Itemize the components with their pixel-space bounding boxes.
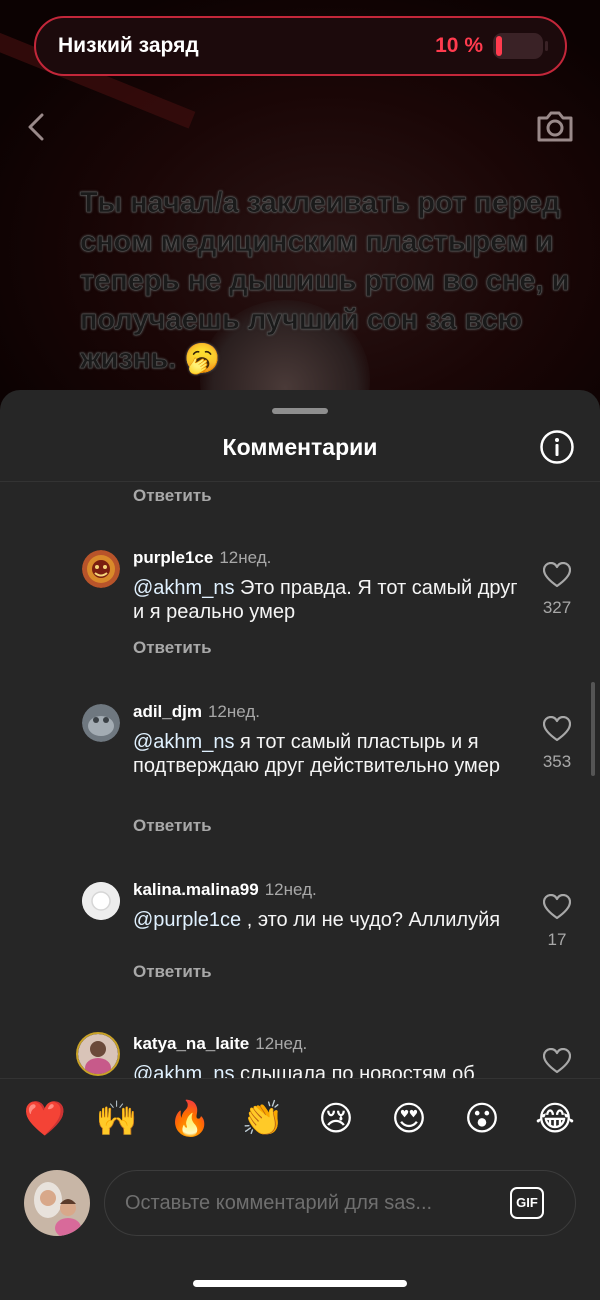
comment-header: kalina.malina99 12нед. — [133, 880, 317, 900]
battery-percent: 10 % — [435, 34, 483, 57]
emoji-heart[interactable]: ❤️ — [23, 1097, 67, 1141]
battery-label: Низкий заряд — [58, 34, 199, 57]
camera-icon[interactable] — [535, 108, 575, 144]
comment-header: katya_na_laite 12нед. — [133, 1034, 307, 1054]
comment-mention[interactable]: @akhm_ns — [133, 1063, 234, 1078]
current-user-avatar[interactable] — [24, 1170, 90, 1236]
comment-username[interactable]: katya_na_laite — [133, 1034, 249, 1053]
comment-mention[interactable]: @purple1ce — [133, 909, 241, 931]
reply-button[interactable]: Ответить — [133, 962, 212, 982]
emoji-crying[interactable]: 😢 — [314, 1097, 358, 1141]
emoji-raised-hands[interactable]: 🙌 — [95, 1097, 139, 1141]
home-indicator[interactable] — [193, 1280, 407, 1287]
story-caption: Ты начал/а заклеивать рот перед сном мед… — [80, 187, 570, 376]
back-chevron-icon[interactable] — [22, 110, 52, 144]
emoji-reaction-bar: ❤️ 🙌 🔥 👏 😢 😍 😮 😂 — [0, 1078, 600, 1150]
battery-status: 10 % — [435, 33, 548, 59]
comment-time: 12нед. — [207, 702, 260, 721]
comment-mention[interactable]: @akhm_ns — [133, 577, 234, 599]
like-count: 327 — [542, 598, 572, 617]
avatar[interactable] — [82, 704, 120, 742]
comment-time: 12нед. — [255, 1034, 308, 1053]
comment-header: adil_djm 12нед. — [133, 702, 260, 722]
reply-button[interactable]: Ответить — [133, 486, 212, 506]
heart-icon[interactable] — [543, 894, 571, 920]
comment-time: 12нед. — [219, 548, 272, 567]
comment-username[interactable]: kalina.malina99 — [133, 880, 259, 899]
sheet-grabber[interactable] — [272, 408, 328, 414]
comment-mention[interactable]: @akhm_ns — [133, 731, 234, 753]
comment-header: purple1ce 12нед. — [133, 548, 271, 568]
like-count: 17 — [547, 930, 567, 949]
comment-composer: GIF — [104, 1170, 576, 1236]
heart-icon[interactable] — [543, 562, 571, 588]
comment-time: 12нед. — [264, 880, 317, 899]
scrollbar[interactable] — [591, 682, 595, 776]
emoji-heart-eyes[interactable]: 😍 — [387, 1097, 431, 1141]
comment-username[interactable]: adil_djm — [133, 702, 202, 721]
comment-text: @akhm_ns Это правда. Я тот самый друг и … — [133, 576, 518, 624]
comment-text: @akhm_ns я тот самый пластырь и я подтве… — [133, 730, 518, 778]
comment-text: @akhm_ns слышала по новостям об — [133, 1062, 518, 1078]
comment-username[interactable]: purple1ce — [133, 548, 213, 567]
emoji-laughing[interactable]: 😂 — [533, 1097, 577, 1141]
heart-icon[interactable] — [543, 1048, 571, 1074]
comment-body: , это ли не чудо? Аллилуйя — [241, 909, 501, 931]
emoji-fire[interactable]: 🔥 — [168, 1097, 212, 1141]
comment-input[interactable] — [125, 1171, 495, 1235]
battery-icon — [493, 33, 548, 59]
sheet-title: Комментарии — [222, 434, 378, 460]
low-battery-banner[interactable]: Низкий заряд 10 % — [34, 16, 567, 76]
comment-text: @purple1ce , это ли не чудо? Аллилуйя — [133, 908, 518, 932]
avatar[interactable] — [82, 550, 120, 588]
comments-list[interactable]: Ответить purple1ce 12нед. @akhm_ns Это пр… — [0, 482, 600, 1078]
reply-button[interactable]: Ответить — [133, 638, 212, 658]
comment-body: слышала по новостям об — [234, 1063, 475, 1078]
avatar[interactable] — [82, 882, 120, 920]
emoji-clapping[interactable]: 👏 — [241, 1097, 285, 1141]
comments-sheet: Комментарии Ответить purple1ce 12нед. @a… — [0, 390, 600, 1300]
like-count: 353 — [542, 752, 572, 771]
heart-icon[interactable] — [543, 716, 571, 742]
reply-button[interactable]: Ответить — [133, 816, 212, 836]
gif-button[interactable]: GIF — [510, 1187, 544, 1219]
avatar[interactable] — [76, 1032, 120, 1076]
emoji-surprised[interactable]: 😮 — [460, 1097, 504, 1141]
info-icon[interactable] — [539, 429, 575, 465]
